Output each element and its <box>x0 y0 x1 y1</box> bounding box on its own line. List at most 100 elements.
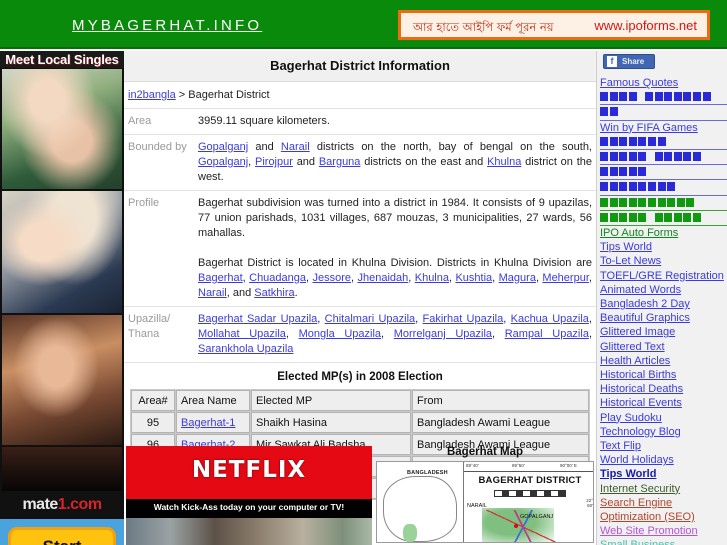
breadcrumb-link-in2bangla[interactable]: in2bangla <box>128 89 176 101</box>
sidebar-link[interactable]: TOEFL/GRE Registration <box>600 269 727 283</box>
sidebar-link[interactable]: Search Engine <box>600 496 727 510</box>
sidebar-link[interactable]: Win by FIFA Games <box>600 121 727 135</box>
map-district-panel: 89°40' 89°50' 90°00' E BAGERHAT DISTRICT… <box>464 462 593 542</box>
mp-column-header: From <box>412 390 589 411</box>
sidebar-unrendered-glyph-row[interactable] <box>600 165 727 181</box>
sidebar-unrendered-glyph-row[interactable] <box>600 135 727 150</box>
missing-glyph-box <box>647 197 656 207</box>
sidebar-link[interactable]: Small Business <box>600 538 727 545</box>
info-row-label: Upazilla/ Thana <box>124 306 194 363</box>
info-row-label: Area <box>124 109 194 135</box>
mp-area-number: 95 <box>131 412 175 433</box>
info-link[interactable]: Meherpur <box>542 272 588 284</box>
missing-glyph-box <box>664 151 673 161</box>
info-link[interactable]: Kachua Upazila <box>511 313 589 325</box>
map-side-coords: 22° 60' <box>586 498 593 508</box>
info-link[interactable]: Jessore <box>312 272 351 284</box>
bagerhat-map-image[interactable]: BANGLADESH 89°40' 89°50' 90°00' E BAGERH… <box>376 461 594 543</box>
sidebar-link[interactable]: Animated Words <box>600 283 727 297</box>
start-free-chat-button[interactable]: Start Free Chat <box>8 527 116 545</box>
sidebar-link[interactable]: Glittered Text <box>600 340 727 354</box>
sidebar-link[interactable]: Technology Blog <box>600 425 727 439</box>
info-link[interactable]: Chitalmari Upazila <box>325 313 416 325</box>
info-link[interactable]: Chuadanga <box>249 272 306 284</box>
site-logo[interactable]: MYBAGERHAT.INFO <box>72 17 262 34</box>
info-link[interactable]: Gopalganj <box>198 156 248 168</box>
info-link[interactable]: Mongla Upazila <box>299 328 381 340</box>
sidebar-link[interactable]: Health Articles <box>600 354 727 368</box>
breadcrumb: in2bangla > Bagerhat District <box>124 82 596 109</box>
missing-glyph-box <box>638 182 647 192</box>
sidebar-link[interactable]: World Holidays <box>600 453 727 467</box>
info-link[interactable]: Khulna <box>415 272 449 284</box>
info-link[interactable]: Bagerhat Sadar Upazila <box>198 313 317 325</box>
missing-glyph-box <box>619 182 628 192</box>
netflix-photo-strip <box>126 518 372 545</box>
top-ad-url[interactable]: www.ipoforms.net <box>594 18 697 33</box>
sidebar-link[interactable]: Tips World <box>600 467 727 481</box>
sidebar-link[interactable]: Optimization (SEO) <box>600 510 727 524</box>
sidebar-link[interactable]: Web Site Promotion <box>600 524 727 538</box>
info-link[interactable]: Sarankhola Upazila <box>198 343 293 355</box>
sidebar-link[interactable]: Glittered Image <box>600 325 727 339</box>
missing-glyph-box <box>664 92 673 102</box>
sidebar-link[interactable]: IPO Auto Forms <box>600 226 727 240</box>
sidebar-link[interactable]: Historical Births <box>600 368 727 382</box>
info-link[interactable]: Pirojpur <box>255 156 293 168</box>
missing-glyph-box <box>654 212 663 222</box>
facebook-share-button[interactable]: f Share <box>603 54 655 69</box>
map-coord-mid: 89°50' <box>512 463 525 468</box>
missing-glyph-box <box>654 151 663 161</box>
mp-area-link[interactable]: Bagerhat-1 <box>181 417 235 429</box>
missing-glyph-box <box>692 212 701 222</box>
sidebar-link[interactable]: Famous Quotes <box>600 76 727 90</box>
info-link[interactable]: Rampal Upazila <box>505 328 589 340</box>
missing-glyph-box <box>609 92 618 102</box>
top-banner-ad[interactable]: আর হাতে আইপি ফর্ম পূরন নয় www.ipoforms.… <box>398 10 710 40</box>
sidebar-unrendered-glyph-row[interactable] <box>600 211 727 226</box>
info-link[interactable]: Kushtia <box>455 272 492 284</box>
left-ad-column[interactable]: Meet Local Singles mate1.com Start Free … <box>0 51 124 545</box>
info-link[interactable]: Magura <box>499 272 536 284</box>
info-link[interactable]: Satkhira <box>254 287 294 299</box>
missing-glyph-box <box>600 136 608 146</box>
info-link[interactable]: Gopalganj <box>198 141 248 153</box>
sidebar-link[interactable]: To-Let News <box>600 254 727 268</box>
info-link[interactable]: Narail <box>198 287 227 299</box>
missing-glyph-box <box>647 182 656 192</box>
start-free-chat-area[interactable]: Start Free Chat <box>0 519 124 545</box>
sidebar-link[interactable]: Historical Deaths <box>600 382 727 396</box>
sidebar-link[interactable]: Internet Security <box>600 482 727 496</box>
sidebar-link[interactable]: Historical Events <box>600 396 727 410</box>
missing-glyph-box <box>600 197 608 207</box>
info-link[interactable]: Bagerhat <box>198 272 243 284</box>
sidebar-link[interactable]: Tips World <box>600 240 727 254</box>
info-link[interactable]: Jhenaidah <box>357 272 408 284</box>
map-country-panel: BANGLADESH <box>377 462 464 542</box>
missing-glyph-box <box>676 197 685 207</box>
netflix-ad[interactable]: NETFLIX Watch Kick-Ass today on your com… <box>126 446 372 545</box>
info-link[interactable]: Narail <box>281 141 310 153</box>
sidebar-unrendered-glyph-row[interactable] <box>600 150 727 166</box>
mp-section-title: Elected MP(s) in 2008 Election <box>277 371 443 383</box>
info-link[interactable]: Mollahat Upazila <box>198 328 286 340</box>
sidebar-link[interactable]: Bangladesh 2 Day <box>600 297 727 311</box>
sidebar-link[interactable]: Play Sudoku <box>600 411 727 425</box>
missing-glyph-box <box>657 182 666 192</box>
missing-glyph-box <box>628 92 637 102</box>
sidebar-unrendered-glyph-row[interactable] <box>600 196 727 211</box>
info-row: Profile Bagerhat subdivision was turned i… <box>124 190 596 307</box>
info-link[interactable]: Morrelganj Upazila <box>394 328 492 340</box>
info-link[interactable]: Fakirhat Upazila <box>423 313 504 325</box>
info-row-value: Bagerhat subdivision was turned into a d… <box>194 190 596 307</box>
sidebar-unrendered-glyph-row[interactable] <box>600 90 727 106</box>
sidebar-link[interactable]: Beautiful Graphics <box>600 311 727 325</box>
sidebar-link[interactable]: Text Flip <box>600 439 727 453</box>
bangladesh-outline <box>383 476 457 542</box>
sidebar-unrendered-glyph-row[interactable] <box>600 180 727 196</box>
info-link[interactable]: Khulna <box>487 156 521 168</box>
bottom-row: NETFLIX Watch Kick-Ass today on your com… <box>124 446 596 545</box>
info-link[interactable]: Barguna <box>319 156 361 168</box>
sidebar-unrendered-glyph-row[interactable] <box>600 105 727 121</box>
missing-glyph-box <box>628 197 637 207</box>
